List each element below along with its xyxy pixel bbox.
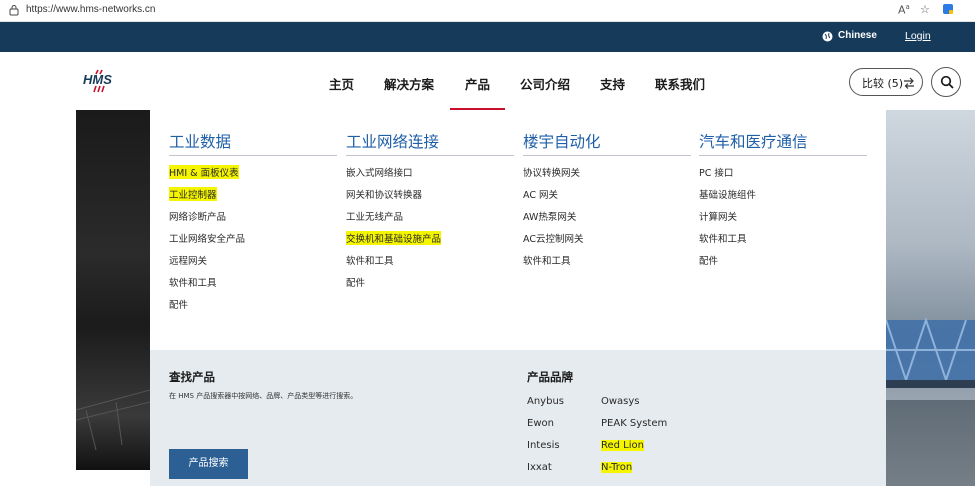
menu-link-network-diagnostics[interactable]: 网络诊断产品	[169, 209, 226, 223]
menu-link-remote-gateway[interactable]: 远程网关	[169, 253, 207, 267]
menu-link-accessories-1[interactable]: 配件	[169, 297, 188, 311]
products-mega-menu: 工业数据 HMI & 面板仪表 工业控制器 网络诊断产品 工业网络安全产品 远程…	[150, 110, 886, 350]
favorite-star-icon[interactable]: ☆	[920, 3, 930, 16]
menu-link-compute-gateway[interactable]: 计算网关	[699, 209, 737, 223]
menu-link-embedded-interfaces[interactable]: 嵌入式网络接口	[346, 165, 413, 179]
menu-link-protocol-gateway[interactable]: 协议转换网关	[523, 165, 580, 179]
extension-icon[interactable]	[942, 3, 954, 18]
menu-link-software-tools-2[interactable]: 软件和工具	[346, 253, 394, 267]
menu-link-ac-cloud-gateway[interactable]: AC云控制网关	[523, 231, 583, 245]
menu-link-accessories-2[interactable]: 配件	[346, 275, 365, 289]
hero-image-right	[885, 110, 975, 486]
compare-button[interactable]: 比较 (5)	[849, 68, 923, 96]
menu-link-aw-heatpump-gateway[interactable]: AW热泵网关	[523, 209, 576, 223]
login-link[interactable]: Login	[905, 30, 931, 42]
menu-link-wireless[interactable]: 工业无线产品	[346, 209, 403, 223]
search-icon	[940, 75, 954, 89]
site-header: HMS 主页 解决方案 产品 公司介绍 支持 联系我们 比较 (5)	[0, 52, 975, 110]
language-selector[interactable]: Chinese	[838, 30, 877, 41]
globe-icon	[822, 31, 833, 42]
menu-link-software-tools-3[interactable]: 软件和工具	[523, 253, 571, 267]
nav-company[interactable]: 公司介绍	[520, 74, 570, 93]
search-button[interactable]	[931, 67, 961, 97]
column-divider	[699, 155, 867, 156]
menu-link-software-tools-1[interactable]: 软件和工具	[169, 275, 217, 289]
compare-label: 比较 (5)	[862, 77, 904, 90]
column-divider	[523, 155, 691, 156]
column-title-automotive-medical[interactable]: 汽车和医疗通信	[699, 130, 808, 152]
brand-link-peak-system[interactable]: PEAK System	[601, 418, 667, 429]
brand-link-anybus[interactable]: Anybus	[527, 396, 564, 407]
menu-link-infrastructure-components[interactable]: 基础设施组件	[699, 187, 756, 201]
menu-link-switches-infrastructure[interactable]: 交换机和基础设施产品	[346, 231, 442, 245]
hero-image-left	[75, 110, 151, 470]
brand-link-intesis[interactable]: Intesis	[527, 440, 560, 451]
column-divider	[346, 155, 514, 156]
nav-support[interactable]: 支持	[600, 74, 625, 93]
column-title-industrial-data[interactable]: 工业数据	[169, 130, 231, 152]
brand-link-ewon[interactable]: Ewon	[527, 418, 554, 429]
menu-link-accessories-4[interactable]: 配件	[699, 253, 718, 267]
lock-icon	[9, 5, 19, 16]
nav-solutions[interactable]: 解决方案	[384, 74, 434, 93]
browser-address-bar: https://www.hms-networks.cn Aa ☆	[0, 0, 975, 22]
brand-link-owasys[interactable]: Owasys	[601, 396, 640, 407]
menu-link-gateways[interactable]: 网关和协议转换器	[346, 187, 422, 201]
product-finder-panel: 查找产品 在 HMS 产品搜索器中按网络、品牌、产品类型等进行搜索。 产品搜索 …	[150, 350, 886, 486]
menu-link-ac-gateway[interactable]: AC 网关	[523, 187, 558, 201]
column-divider	[169, 155, 337, 156]
read-aloud-icon[interactable]: Aa	[898, 3, 910, 17]
find-products-description: 在 HMS 产品搜索器中按网络、品牌、产品类型等进行搜索。	[169, 392, 358, 400]
compare-arrows-icon	[904, 77, 914, 89]
svg-text:HMS: HMS	[83, 72, 112, 87]
nav-products[interactable]: 产品	[465, 74, 490, 93]
nav-home[interactable]: 主页	[329, 74, 354, 93]
url-field[interactable]: https://www.hms-networks.cn	[26, 4, 155, 15]
menu-link-software-tools-4[interactable]: 软件和工具	[699, 231, 747, 245]
product-search-button[interactable]: 产品搜索	[169, 449, 248, 479]
nav-contact[interactable]: 联系我们	[655, 74, 705, 93]
brand-link-n-tron[interactable]: N-Tron	[601, 462, 633, 473]
brands-title: 产品品牌	[527, 370, 573, 384]
brand-link-red-lion[interactable]: Red Lion	[601, 440, 644, 451]
hms-logo[interactable]: HMS	[82, 69, 122, 93]
column-title-industrial-networking[interactable]: 工业网络连接	[346, 130, 439, 152]
brand-link-ixxat[interactable]: Ixxat	[527, 462, 552, 473]
menu-link-network-security[interactable]: 工业网络安全产品	[169, 231, 245, 245]
find-products-title: 查找产品	[169, 370, 215, 384]
menu-link-hmi[interactable]: HMI & 面板仪表	[169, 165, 239, 179]
menu-link-industrial-controller[interactable]: 工业控制器	[169, 187, 217, 201]
top-utility-bar: Chinese Login	[0, 22, 975, 52]
menu-link-pc-interface[interactable]: PC 接口	[699, 165, 733, 179]
column-title-building-automation[interactable]: 楼宇自动化	[523, 130, 601, 152]
